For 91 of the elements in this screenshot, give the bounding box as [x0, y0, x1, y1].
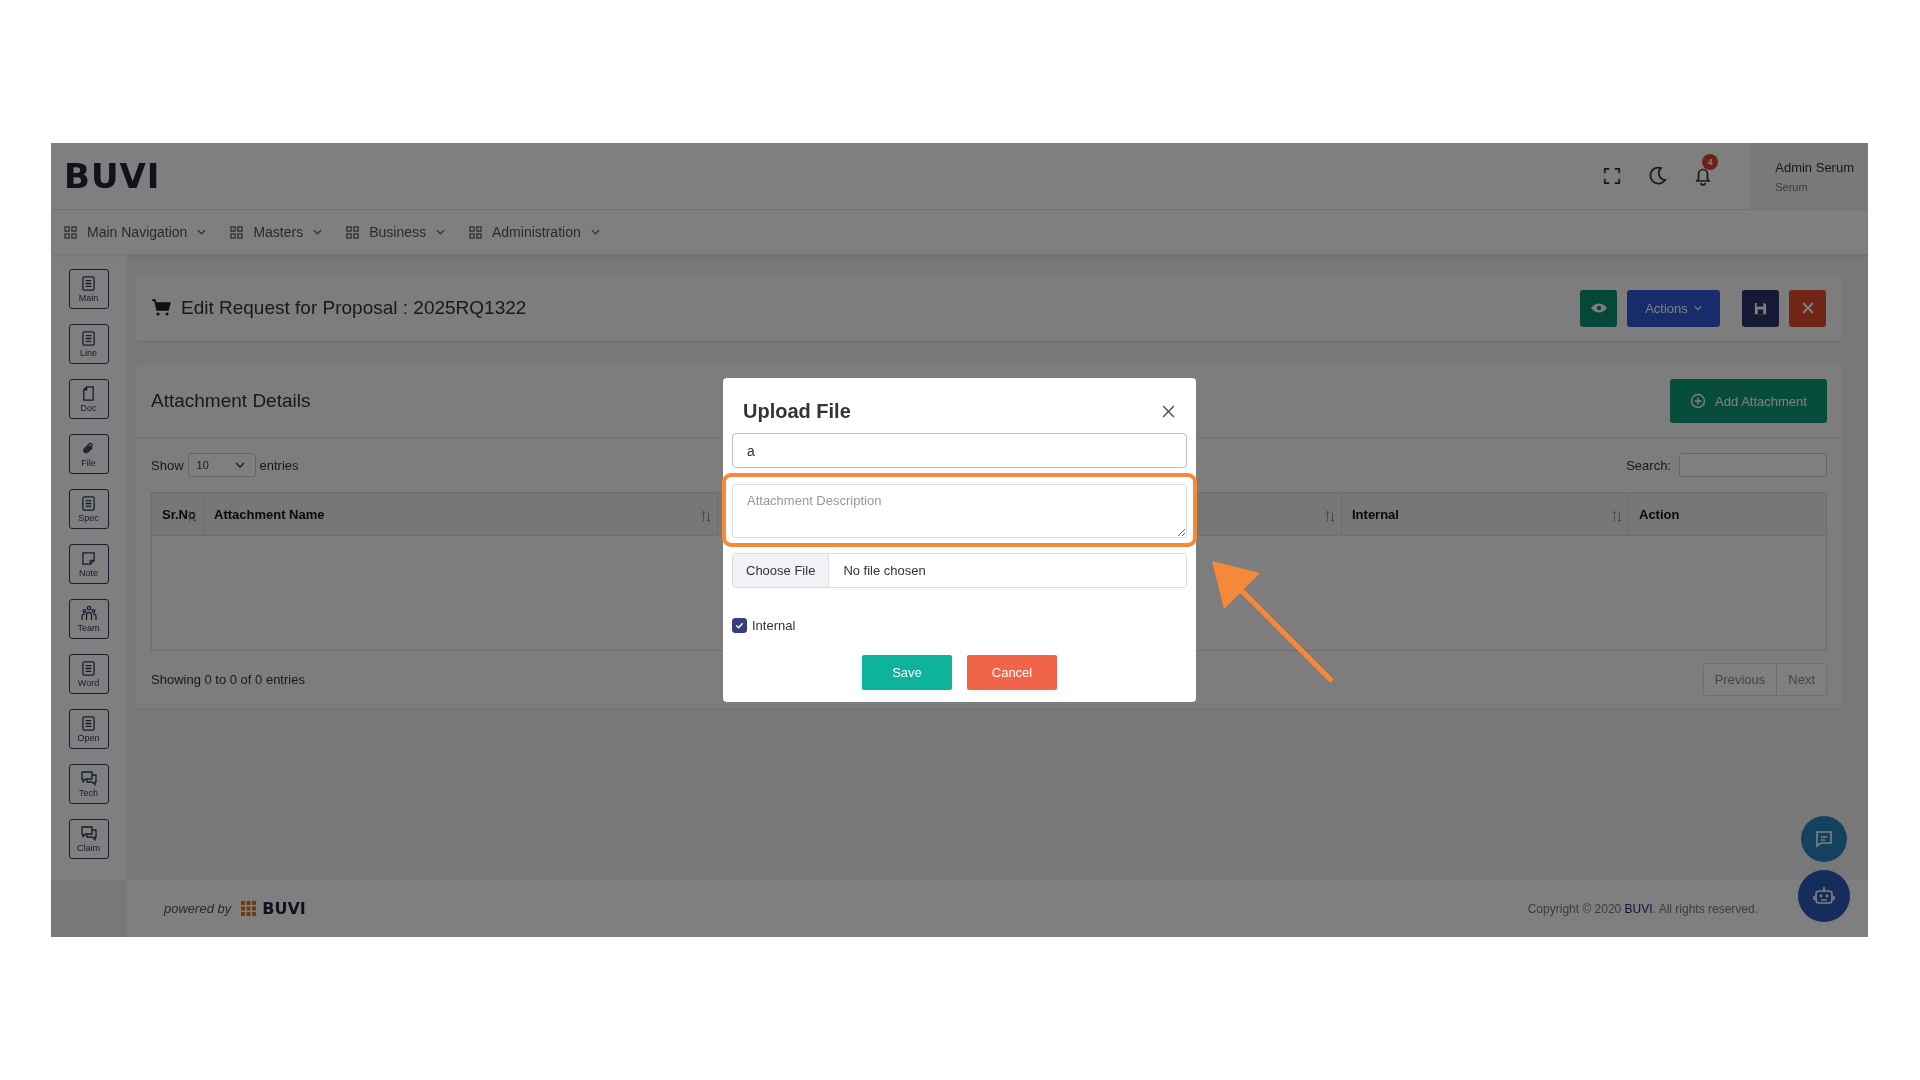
document-icon	[81, 330, 96, 346]
close-button[interactable]	[1789, 289, 1826, 327]
footer-logo: BUVI	[262, 899, 306, 918]
plus-circle-icon	[1690, 393, 1707, 409]
sidebar-item[interactable]: Tech	[68, 764, 109, 804]
attachment-name-field[interactable]: a	[732, 433, 1187, 468]
copyright-text: Copyright © 2020 BUVI. All rights reserved.	[1527, 901, 1758, 916]
sidebar-item[interactable]: Word	[68, 654, 109, 694]
attachment-description-field[interactable]: Attachment Description	[732, 484, 1187, 538]
search-field[interactable]	[1679, 453, 1827, 477]
actions-dropdown-button[interactable]: Actions	[1627, 289, 1720, 327]
chat-icon	[80, 770, 97, 786]
chat-button[interactable]	[1801, 816, 1847, 862]
internal-label: Internal	[752, 618, 796, 633]
note-icon	[81, 550, 96, 566]
file-input[interactable]: Choose File No file chosen	[732, 553, 1187, 588]
file-status: No file chosen	[842, 563, 926, 578]
preview-button[interactable]	[1580, 289, 1617, 327]
nav-label: Masters	[253, 224, 304, 240]
sidebar-item[interactable]: File	[68, 434, 109, 474]
add-attachment-button[interactable]: Add Attachment	[1670, 379, 1827, 423]
sort-icon	[1325, 510, 1335, 523]
nav-menu[interactable]: Business	[346, 224, 445, 240]
table-info: Showing 0 to 0 of 0 entries	[151, 672, 305, 687]
sidebar-item[interactable]: Team	[68, 599, 109, 639]
chevron-down-icon	[436, 229, 445, 235]
powered-by-text: powered by	[164, 901, 232, 916]
entries-label: entries	[259, 457, 299, 473]
notification-count-badge: 4	[1702, 154, 1719, 170]
brand-link[interactable]: BUVI	[1624, 901, 1653, 916]
nav-label: Administration	[492, 224, 581, 240]
nav-menu[interactable]: Administration	[469, 224, 600, 240]
nav-label: Business	[369, 224, 426, 240]
search-label: Search:	[1626, 457, 1671, 473]
save-button[interactable]	[1742, 289, 1779, 327]
brand-grid-icon	[241, 901, 257, 916]
cancel-button[interactable]: Cancel	[967, 655, 1057, 690]
page-size-select[interactable]: 10	[187, 453, 256, 477]
grid-icon	[469, 225, 482, 239]
sort-icon	[701, 510, 711, 523]
chevron-down-icon	[197, 229, 207, 235]
column-header[interactable]: Internal	[1342, 493, 1629, 535]
sidebar-item[interactable]: Line	[68, 324, 109, 364]
sidebar-item[interactable]: Note	[68, 544, 109, 584]
sort-icon	[1612, 510, 1622, 523]
team-icon	[80, 605, 97, 621]
chat-icon	[80, 825, 97, 841]
grid-icon	[230, 225, 244, 239]
sidebar-item[interactable]: Spec	[68, 489, 109, 529]
grid-icon	[64, 225, 77, 239]
user-name: Admin Serum	[1775, 159, 1854, 175]
save-button[interactable]: Save	[862, 655, 952, 690]
internal-checkbox[interactable]	[732, 618, 747, 633]
caret-icon	[1693, 305, 1702, 311]
user-role: Serum	[1775, 180, 1809, 193]
document-icon	[81, 660, 96, 676]
nav-menu[interactable]: Masters	[230, 224, 323, 240]
cart-icon	[151, 298, 171, 318]
dialog-title: Upload File	[743, 400, 851, 423]
page-title: Edit Request for Proposal : 2025RQ1322	[181, 297, 527, 319]
moon-icon[interactable]	[1647, 166, 1668, 186]
chevron-down-icon	[590, 229, 600, 235]
chat-icon	[1814, 829, 1834, 849]
sidebar-item[interactable]: Claim	[68, 819, 109, 859]
document-icon	[81, 715, 96, 731]
sidebar-item[interactable]: Doc	[68, 379, 109, 419]
brand-logo: BUVI	[64, 156, 161, 196]
sidebar-item[interactable]: Open	[68, 709, 109, 749]
document-icon	[81, 495, 96, 511]
chevron-down-icon	[234, 462, 245, 468]
sidebar-item[interactable]: Main	[68, 269, 109, 309]
close-icon[interactable]	[1162, 405, 1175, 418]
checkmark-icon	[735, 621, 744, 630]
column-header[interactable]: Sr.No	[152, 493, 204, 535]
document-icon	[81, 275, 96, 291]
grid-icon	[346, 225, 360, 239]
chevron-down-icon	[313, 229, 323, 235]
chatbot-button[interactable]	[1798, 870, 1850, 922]
choose-file-button[interactable]: Choose File	[733, 554, 830, 587]
eye-icon	[1589, 302, 1608, 314]
close-icon	[1801, 302, 1814, 314]
column-header[interactable]: Attachment Name	[204, 493, 718, 535]
column-header[interactable]: Action	[1629, 493, 1826, 535]
fullscreen-icon[interactable]	[1603, 167, 1622, 185]
show-label: Show	[151, 457, 184, 473]
page-icon	[81, 385, 96, 401]
section-title: Attachment Details	[151, 390, 311, 412]
paperclip-icon	[81, 440, 96, 456]
nav-menu[interactable]: Main Navigation	[64, 224, 207, 240]
nav-label: Main Navigation	[87, 224, 188, 240]
user-menu[interactable]: Admin Serum Serum	[1749, 143, 1868, 209]
